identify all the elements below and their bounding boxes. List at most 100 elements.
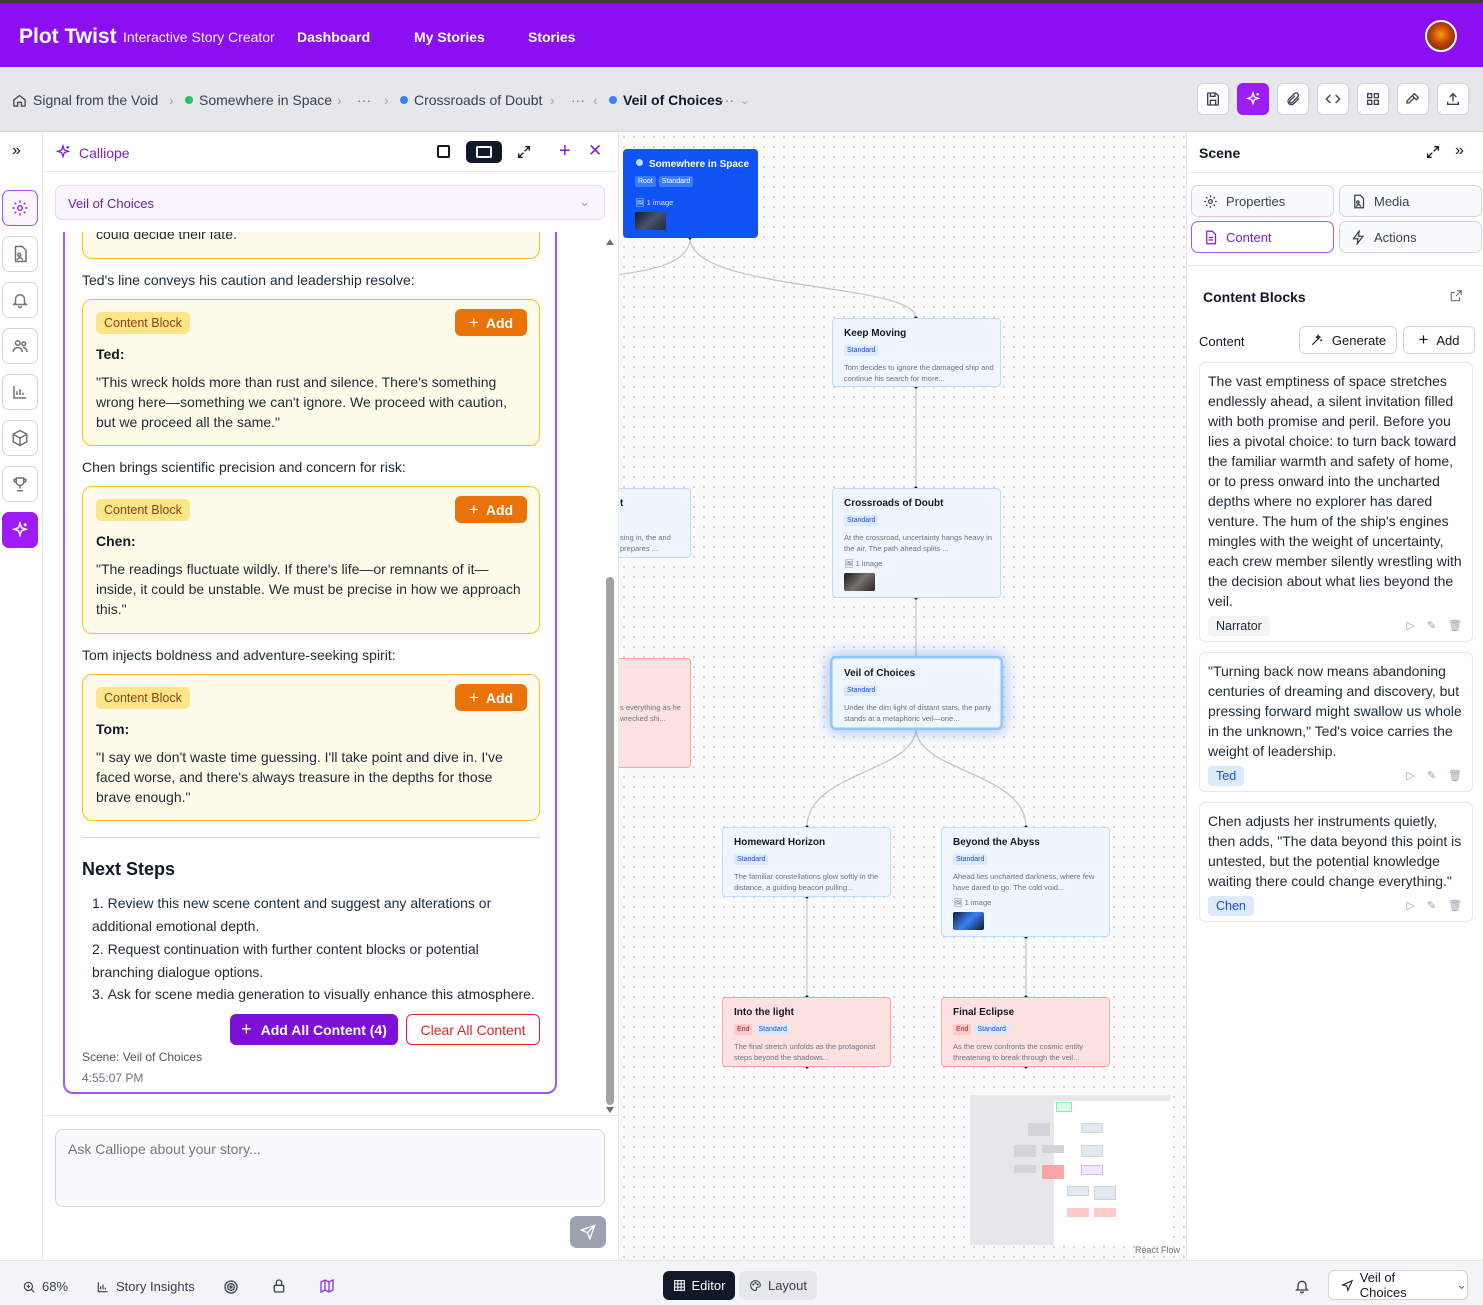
flow-node-partial[interactable]: t sing in, the and prepares ... — [619, 488, 691, 558]
more-options-icon[interactable]: ··· — [720, 92, 734, 108]
add-all-content-button[interactable]: + Add All Content (4) — [230, 1014, 398, 1045]
edit-icon[interactable]: ✎ — [1427, 769, 1436, 782]
tab-actions[interactable]: Actions — [1339, 221, 1482, 253]
collapse-panel-icon[interactable]: » — [1455, 142, 1464, 160]
maximize-icon[interactable] — [516, 144, 532, 160]
breadcrumb-ellipsis[interactable]: ··· — [571, 92, 585, 108]
rail-objects-button[interactable] — [2, 420, 38, 456]
breadcrumb-root[interactable]: Signal from the Void — [12, 92, 158, 108]
grid-view-button[interactable] — [1357, 83, 1389, 115]
flow-node-abyss[interactable]: Beyond the Abyss Standard Ahead lies unc… — [941, 827, 1110, 937]
attach-button[interactable] — [1277, 83, 1309, 115]
expand-sidebar-icon[interactable]: » — [12, 142, 21, 160]
new-chat-icon[interactable]: + — [559, 140, 571, 163]
nav-my-stories[interactable]: My Stories — [414, 29, 485, 45]
breadcrumb-current[interactable]: Veil of Choices — [609, 92, 723, 108]
story-flow-canvas[interactable]: Somewhere in Space Root Standard 🖼 1 ima… — [619, 132, 1186, 1260]
add-content-block-button[interactable]: + Add — [455, 496, 527, 523]
external-link-icon[interactable] — [1449, 289, 1463, 303]
tab-label: Media — [1374, 193, 1410, 209]
content-card[interactable]: "Turning back now means abandoning centu… — [1199, 652, 1473, 792]
generate-button[interactable]: Generate — [1299, 326, 1397, 354]
close-icon[interactable]: ✕ — [588, 141, 602, 161]
breadcrumb-ellipsis[interactable]: ··· — [357, 92, 371, 108]
export-button[interactable] — [1437, 83, 1469, 115]
story-insights-button[interactable]: Story Insights — [96, 1279, 195, 1294]
node-description: Tom decides to ignore the damaged ship a… — [844, 363, 994, 383]
rail-notifications-button[interactable] — [2, 282, 38, 318]
lock-icon[interactable] — [271, 1278, 287, 1294]
window-small-icon[interactable] — [437, 145, 450, 158]
minimap[interactable] — [970, 1095, 1170, 1245]
editor-label: Editor — [691, 1278, 726, 1293]
trash-icon[interactable]: 🗑 — [1448, 769, 1462, 782]
add-content-button[interactable]: + Add — [1403, 326, 1475, 354]
speaker-badge[interactable]: Ted — [1208, 766, 1245, 786]
play-icon[interactable]: ▷ — [1406, 619, 1414, 632]
content-card[interactable]: The vast emptiness of space stretches en… — [1199, 362, 1473, 642]
flow-node-final-eclipse[interactable]: Final Eclipse End Standard As the crew c… — [941, 997, 1110, 1067]
user-avatar[interactable] — [1425, 20, 1457, 52]
rail-characters-button[interactable] — [2, 328, 38, 364]
node-tag: End — [734, 1024, 753, 1035]
status-dot — [609, 96, 617, 104]
rail-achievements-button[interactable] — [2, 466, 38, 502]
bell-icon[interactable] — [1294, 1278, 1310, 1294]
flow-node-keep-moving[interactable]: Keep Moving Standard Tom decides to igno… — [832, 318, 1001, 387]
send-button[interactable] — [570, 1216, 606, 1248]
save-button[interactable] — [1197, 83, 1229, 115]
nav-stories[interactable]: Stories — [528, 29, 575, 45]
plus-icon: + — [1418, 330, 1429, 349]
play-icon[interactable]: ▷ — [1406, 769, 1414, 782]
sparkles-icon — [11, 521, 29, 538]
code-button[interactable] — [1317, 83, 1349, 115]
target-icon[interactable] — [223, 1279, 239, 1295]
rail-ai-button[interactable] — [2, 512, 38, 548]
app-logo[interactable]: Plot Twist — [19, 25, 117, 49]
scene-select[interactable]: Veil of Choices ⌄ — [55, 185, 605, 220]
breadcrumb-item-2[interactable]: Crossroads of Doubt — [400, 92, 542, 108]
flow-node-root[interactable]: Somewhere in Space Root Standard 🖼 1 ima… — [623, 149, 758, 238]
status-dot — [185, 96, 193, 104]
play-icon[interactable]: ▷ — [1406, 899, 1414, 912]
speaker-badge[interactable]: Chen — [1208, 896, 1254, 916]
tab-content[interactable]: Content — [1191, 221, 1334, 253]
edit-icon[interactable]: ✎ — [1427, 899, 1436, 912]
ai-assistant-button[interactable] — [1237, 83, 1269, 115]
zoom-control[interactable]: 68% — [22, 1279, 68, 1294]
chat-scrollbar[interactable] — [606, 237, 614, 1115]
maximize-icon[interactable] — [1425, 144, 1441, 160]
flow-node-crossroads[interactable]: Crossroads of Doubt Standard At the cros… — [832, 488, 1001, 598]
window-medium-button[interactable] — [466, 141, 502, 163]
chat-input[interactable] — [55, 1129, 605, 1207]
tools-button[interactable] — [1397, 83, 1429, 115]
trash-icon[interactable]: 🗑 — [1448, 619, 1462, 632]
rail-media-button[interactable] — [2, 236, 38, 272]
speaker-badge[interactable]: Narrator — [1208, 616, 1270, 636]
scene-picker[interactable]: Veil of Choices ⌄ — [1328, 1270, 1468, 1300]
breadcrumb-item-1[interactable]: Somewhere in Space — [185, 92, 332, 108]
tab-media[interactable]: Media — [1339, 185, 1482, 217]
minimap-viewport[interactable] — [1054, 1101, 1170, 1245]
flow-node-into-the-light[interactable]: Into the light End Standard The final st… — [722, 997, 891, 1067]
flow-node-homeward[interactable]: Homeward Horizon Standard The familiar c… — [722, 827, 891, 897]
flow-node-partial-end[interactable]: s everything as he wrecked shi... — [619, 658, 691, 768]
map-icon[interactable] — [319, 1278, 335, 1294]
layout-mode-button[interactable]: Layout — [739, 1271, 817, 1300]
clear-all-content-button[interactable]: Clear All Content — [406, 1014, 540, 1045]
trash-icon[interactable]: 🗑 — [1448, 899, 1462, 912]
edit-icon[interactable]: ✎ — [1427, 619, 1436, 632]
rail-analytics-button[interactable] — [2, 374, 38, 410]
next-steps-item: 2. Request continuation with further con… — [92, 941, 479, 980]
rail-settings-button[interactable] — [2, 190, 38, 226]
content-block-text: "The readings fluctuate wildly. If there… — [96, 561, 521, 617]
tab-properties[interactable]: Properties — [1191, 185, 1334, 217]
add-content-block-button[interactable]: + Add — [455, 684, 527, 711]
chevron-down-icon[interactable]: ⌄ — [740, 94, 749, 107]
content-card[interactable]: Chen adjusts her instruments quietly, th… — [1199, 802, 1473, 922]
react-flow-attribution[interactable]: React Flow — [1135, 1245, 1180, 1255]
add-content-block-button[interactable]: + Add — [455, 309, 527, 336]
nav-dashboard[interactable]: Dashboard — [297, 29, 370, 45]
flow-node-veil-selected[interactable]: Veil of Choices Standard Under the dim l… — [832, 658, 1001, 728]
editor-mode-button[interactable]: Editor — [663, 1271, 735, 1300]
